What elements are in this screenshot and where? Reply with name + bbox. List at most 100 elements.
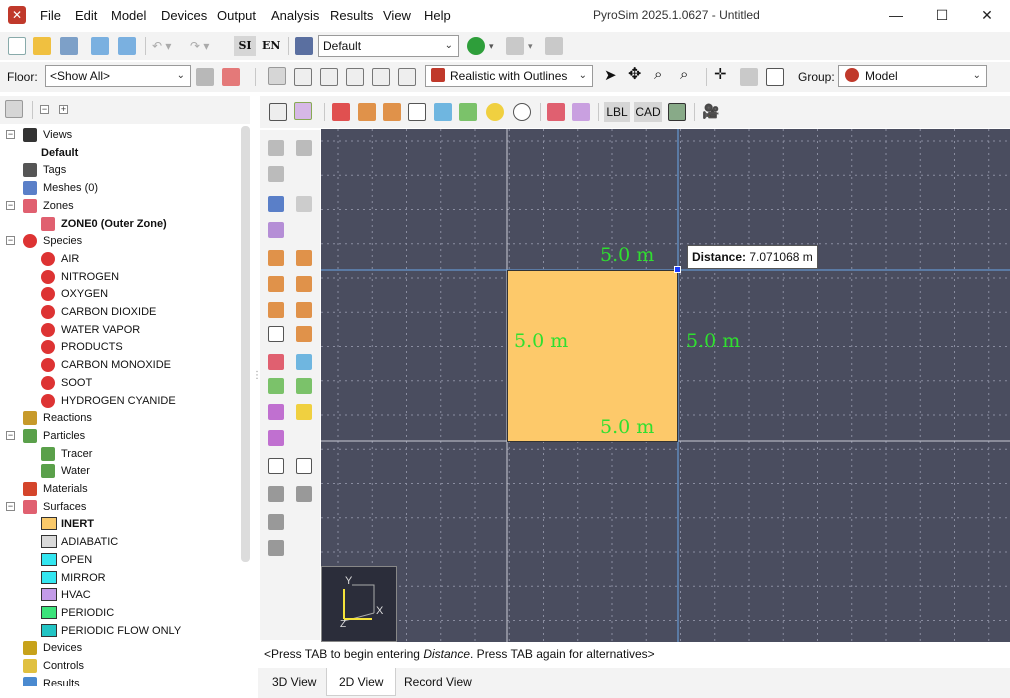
run-simulation-icon[interactable] [467,37,485,55]
maximize-icon[interactable]: ☐ [926,4,958,26]
menu-model[interactable]: Model [111,7,146,25]
vent-icon[interactable] [296,326,312,342]
tree-item[interactable]: ZONE0 (Outer Zone) [0,215,240,233]
new-file-icon[interactable] [8,37,26,55]
view-select[interactable]: Default ⌄ [318,35,459,57]
collapse-all-icon[interactable]: − [40,105,49,114]
tree-item[interactable]: Tracer [0,445,240,463]
tree-item[interactable]: CARBON MONOXIDE [0,356,240,374]
hole-alt-icon[interactable] [296,302,312,318]
rotate-icon[interactable] [296,140,312,156]
tree-item[interactable]: Devices [0,639,240,657]
tree-item[interactable]: INERT [0,515,240,533]
tree-item[interactable]: HVAC [0,586,240,604]
tree-item[interactable]: − Species [0,232,240,250]
cad-button[interactable]: CAD [634,102,662,122]
tree-item[interactable]: PERIODIC FLOW ONLY [0,622,240,640]
menu-analysis[interactable]: Analysis [271,7,319,25]
fire-icon[interactable] [296,404,312,420]
particles-icon[interactable] [268,378,284,394]
view-3d-cube-icon[interactable] [269,103,287,121]
tree-scrollbar[interactable] [241,126,250,562]
open-folder-icon[interactable] [33,37,51,55]
tree-collapse-icon[interactable]: − [6,200,15,210]
orbit-icon[interactable] [268,140,284,156]
eyedropper-icon[interactable] [296,486,312,502]
draw-fire-icon[interactable] [486,103,504,121]
hole-icon[interactable] [268,302,284,318]
room-icon[interactable] [572,103,590,121]
slab-icon[interactable] [268,250,284,266]
tab-record-view[interactable]: Record View [392,668,484,696]
tree-collapse-icon[interactable]: − [6,130,15,139]
tree-item[interactable]: Default [0,144,240,162]
image-icon[interactable] [668,103,686,121]
view-back-icon[interactable] [320,68,338,86]
zone-icon[interactable] [547,103,565,121]
export-icon[interactable] [118,37,136,55]
dimension-icon[interactable] [296,458,312,474]
wall-icon[interactable] [296,250,312,266]
view-2d-cube-icon[interactable] [294,102,312,120]
tree-collapse-icon[interactable]: − [6,430,15,440]
results-icon[interactable] [506,37,524,55]
properties-icon[interactable] [268,540,284,556]
mesh-split-icon[interactable] [296,196,312,212]
splitter-handle[interactable]: ⋮ [252,370,262,386]
tree-item[interactable]: MIRROR [0,569,240,587]
minimize-icon[interactable]: — [880,4,912,26]
menu-devices[interactable]: Devices [161,7,207,25]
tree-item[interactable]: OPEN [0,551,240,569]
draw-particles-icon[interactable] [459,103,477,121]
group-select[interactable]: Model ⌄ [838,65,987,87]
slice-icon[interactable] [268,326,284,342]
block-icon[interactable] [268,276,284,292]
t0-icon[interactable] [296,354,312,370]
tree-item[interactable]: CARBON DIOXIDE [0,303,240,321]
expand-all-icon[interactable]: + [59,105,68,114]
unit-en-button[interactable]: EN [262,37,280,55]
snap-icon[interactable]: ✛ [714,66,727,84]
save-icon[interactable] [60,37,78,55]
draw-t0-icon[interactable] [434,103,452,121]
tree-item[interactable]: − Particles [0,427,240,445]
floor-person-icon[interactable] [196,68,214,86]
door-icon[interactable] [268,404,284,420]
tree-item[interactable]: NITROGEN [0,268,240,286]
view-left-icon[interactable] [346,68,364,86]
floor-select[interactable]: <Show All> ⌄ [45,65,191,87]
menu-edit[interactable]: Edit [75,7,97,25]
tree-collapse-icon[interactable]: − [6,236,15,246]
tree-item[interactable]: Controls [0,657,240,675]
view-top-icon[interactable] [398,68,416,86]
tree-item[interactable]: − Zones [0,197,240,215]
tree-filter-icon[interactable] [5,100,23,118]
lbl-button[interactable]: LBL [604,102,630,122]
draw-pencil-icon[interactable] [332,103,350,121]
fit-view-icon[interactable] [766,68,784,86]
mesh-icon[interactable] [268,196,284,212]
point-icon[interactable] [296,378,312,394]
walk-icon[interactable] [268,166,284,182]
zone-icon[interactable] [268,354,284,370]
menu-file[interactable]: File [40,7,61,25]
menu-results[interactable]: Results [330,7,373,25]
camera-icon[interactable]: 🎥 [702,102,719,120]
tree-collapse-icon[interactable]: − [6,501,15,511]
tree-item[interactable]: PERIODIC [0,604,240,622]
tree-item[interactable]: OXYGEN [0,285,240,303]
app-logo-icon[interactable]: ✕ [8,6,26,24]
tree-item[interactable]: Tags [0,161,240,179]
tree-item[interactable]: Water [0,462,240,480]
tab-2d-view[interactable]: 2D View [326,668,397,696]
block-alt-icon[interactable] [296,276,312,292]
render-mode-select[interactable]: Realistic with Outlines ⌄ [425,65,593,87]
tab-3d-view[interactable]: 3D View [260,668,328,696]
tree-item[interactable]: WATER VAPOR [0,321,240,339]
tree-item[interactable]: PRODUCTS [0,338,240,356]
run-dropdown-icon[interactable]: ▾ [489,37,494,55]
viewport-2d[interactable]: 5.0 m 5.0 m 5.0 m 5.0 m Distance: 7.0710… [321,129,1010,642]
cursor-select-icon[interactable]: ➤ [604,67,617,85]
tree-item[interactable]: Reactions [0,409,240,427]
menu-output[interactable]: Output [217,7,256,25]
